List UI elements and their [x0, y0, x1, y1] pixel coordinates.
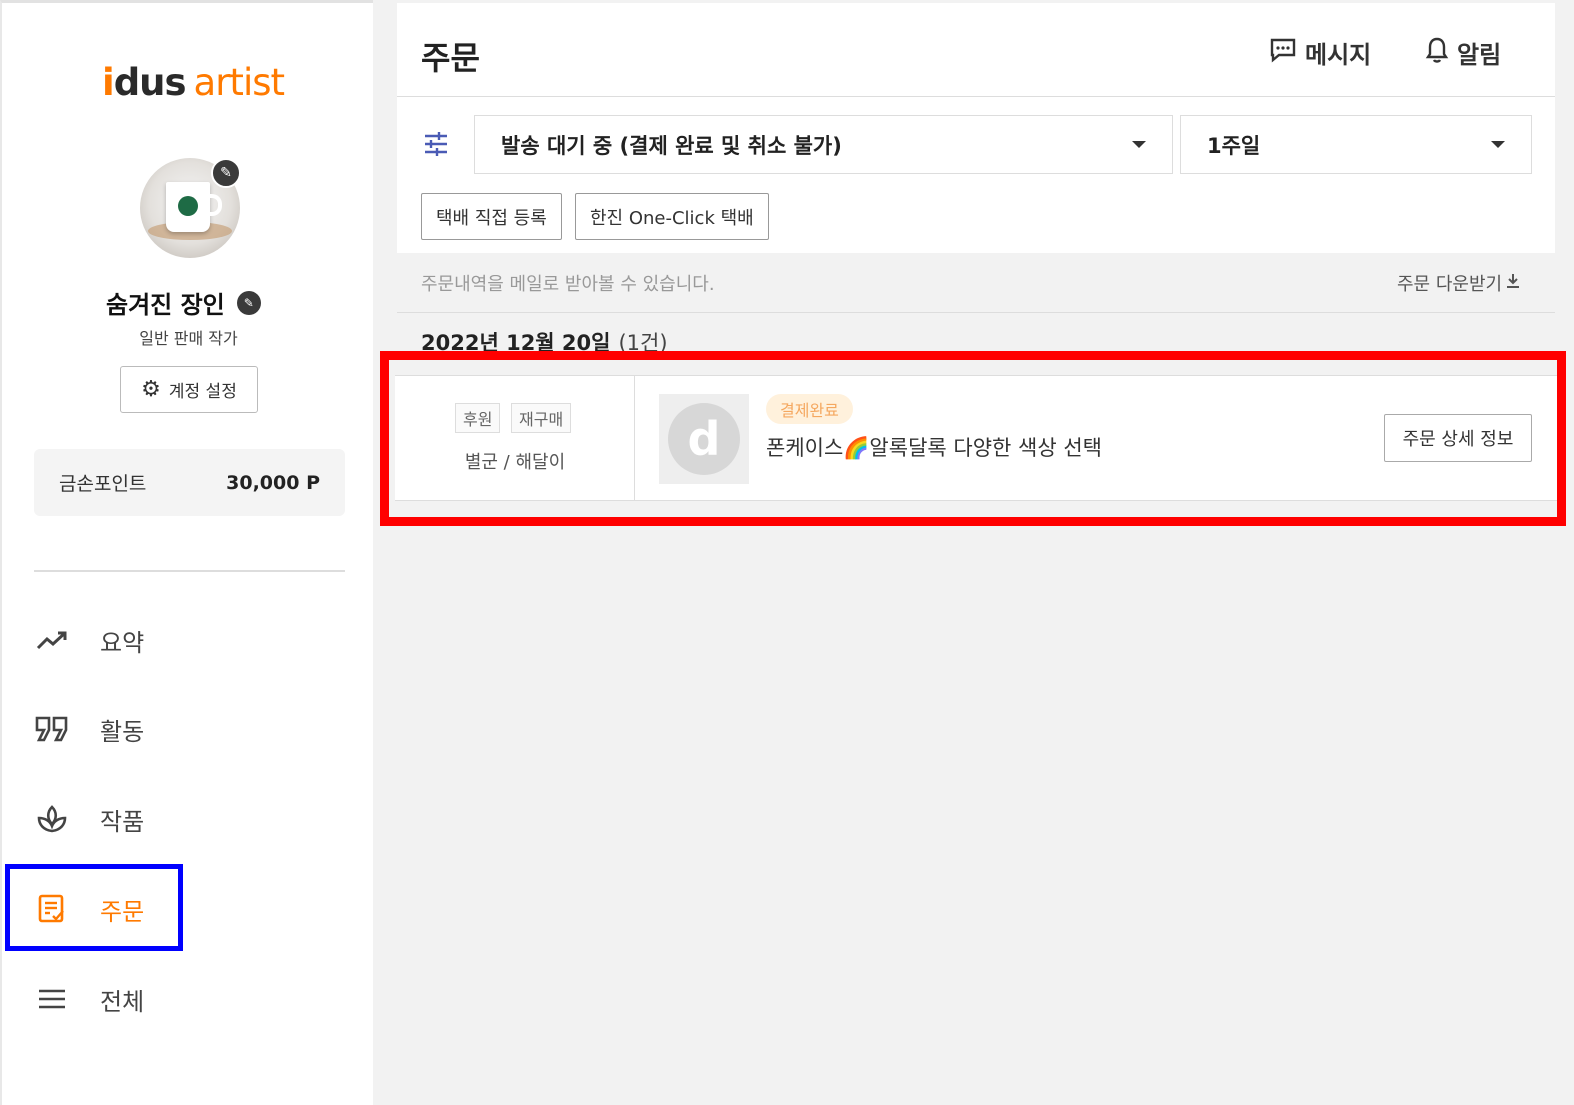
idus-artist-logo[interactable]: idus artist [102, 61, 285, 104]
points-label: 금손포인트 [59, 473, 147, 495]
main-content: 주문 메시지 알림 발송 대기 중 (결제 완료 및 취소 불가) 1주일 택배… [373, 0, 1574, 1105]
nav-label-summary: 요약 [100, 628, 145, 657]
period-value: 1주일 [1207, 133, 1261, 158]
sidebar: idus artist ✎ 숨겨진 장인 ✎ 일반 판매 작가 ⚙ 계정 설정 금… [0, 0, 373, 1105]
alarm-label: 알림 [1457, 41, 1502, 69]
artist-name-text: 숨겨진 장인 [106, 291, 225, 319]
trend-up-icon [34, 622, 70, 658]
order-count: (1건) [618, 331, 668, 355]
account-settings-button[interactable]: ⚙ 계정 설정 [120, 366, 258, 413]
email-notice: 주문내역을 메일로 받아볼 수 있습니다. [421, 274, 715, 295]
order-download-link[interactable]: 주문 다운받기 [1397, 270, 1520, 296]
artist-role: 일반 판매 작가 [139, 329, 238, 348]
product-name[interactable]: 폰케이스🌈알록달록 다양한 색상 선택 [766, 432, 1102, 462]
menu-icon [34, 981, 70, 1017]
nav-item-activity[interactable]: 활동 [34, 704, 144, 754]
tag-repurchase: 재구매 [511, 403, 572, 433]
page-title: 주문 [421, 39, 480, 77]
chevron-down-icon [1491, 141, 1505, 148]
points-box[interactable]: 금손포인트 30,000 P [34, 449, 345, 516]
nav-label-activity: 활동 [100, 717, 145, 746]
info-divider [397, 312, 1555, 313]
product-thumbnail[interactable]: d [659, 394, 749, 484]
message-icon [1269, 37, 1297, 69]
alarm-button[interactable]: 알림 [1425, 35, 1501, 70]
order-detail-button[interactable]: 주문 상세 정보 [1384, 414, 1532, 462]
gear-icon: ⚙ [141, 377, 161, 402]
points-value: 30,000 P [226, 471, 320, 494]
sprout-icon [34, 801, 70, 837]
buyer-name: 별군 / 해달이 [464, 452, 566, 473]
order-status-select[interactable]: 발송 대기 중 (결제 완료 및 취소 불가) [474, 115, 1173, 174]
download-icon [1506, 273, 1520, 294]
order-row[interactable]: 후원 재구매 별군 / 해달이 d 결제완료 폰케이스🌈알록달록 다양한 색상 … [395, 375, 1557, 501]
period-select[interactable]: 1주일 [1180, 115, 1532, 174]
order-date: 2022년 12월 20일 [421, 331, 611, 355]
placeholder-logo-icon: d [668, 403, 740, 475]
nav-item-products[interactable]: 작품 [34, 794, 144, 844]
edit-name-icon[interactable]: ✎ [236, 290, 261, 315]
order-date-group: 2022년 12월 20일 (1건) [421, 327, 668, 357]
nav-item-all[interactable]: 전체 [34, 974, 144, 1024]
nav-label-products: 작품 [100, 807, 145, 836]
hanjin-oneclick-button[interactable]: 한진 One-Click 택배 [575, 193, 769, 240]
status-badge: 결제완료 [766, 394, 853, 424]
page-header: 주문 메시지 알림 [397, 3, 1555, 97]
tag-sponsor: 후원 [455, 403, 501, 433]
order-list-icon [34, 891, 70, 927]
register-delivery-button[interactable]: 택배 직접 등록 [421, 193, 562, 240]
edit-avatar-icon[interactable]: ✎ [211, 158, 241, 188]
nav-item-orders[interactable]: 주문 [34, 884, 144, 934]
quote-icon [34, 711, 70, 747]
account-settings-label: 계정 설정 [168, 382, 237, 402]
bell-icon [1425, 36, 1449, 70]
filter-panel: 발송 대기 중 (결제 완료 및 취소 불가) 1주일 택배 직접 등록 한진 … [397, 97, 1555, 253]
message-label: 메시지 [1305, 41, 1372, 69]
chevron-down-icon [1132, 141, 1146, 148]
order-download-label: 주문 다운받기 [1397, 274, 1503, 295]
nav-label-all: 전체 [100, 987, 145, 1016]
artist-name: 숨겨진 장인 ✎ [106, 285, 261, 320]
sidebar-divider [34, 570, 345, 572]
order-status-value: 발송 대기 중 (결제 완료 및 취소 불가) [501, 133, 842, 158]
order-buyer-cell: 후원 재구매 별군 / 해달이 [395, 376, 635, 500]
nav-item-summary[interactable]: 요약 [34, 615, 144, 665]
filter-sliders-icon[interactable] [423, 131, 449, 157]
message-button[interactable]: 메시지 [1269, 35, 1371, 70]
nav-label-orders: 주문 [100, 897, 145, 926]
